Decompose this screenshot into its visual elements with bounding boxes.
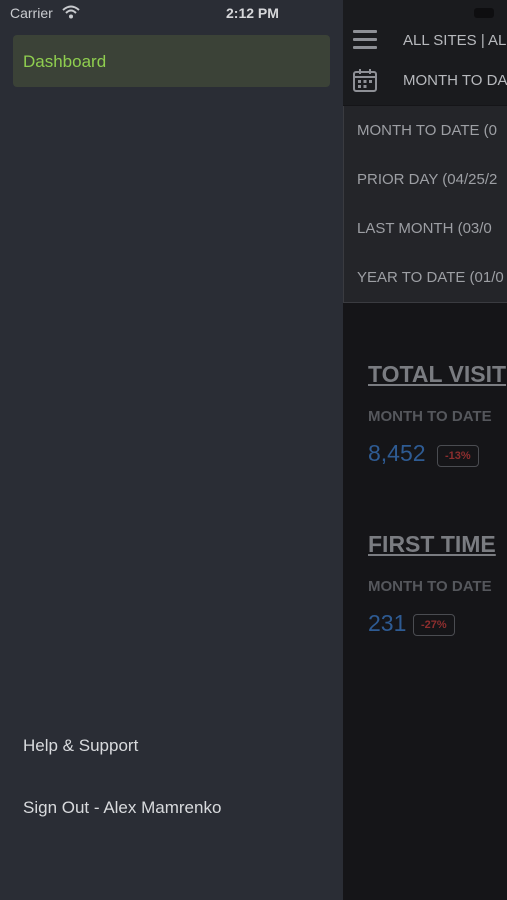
sign-out-link[interactable]: Sign Out - Alex Mamrenko <box>23 798 221 818</box>
status-time: 2:12 PM <box>226 5 279 21</box>
help-support-link[interactable]: Help & Support <box>23 736 138 756</box>
metric-change-badge: -13% <box>437 445 479 467</box>
metric-title-total-visits[interactable]: TOTAL VISIT <box>368 361 506 388</box>
menu-icon[interactable] <box>353 30 377 50</box>
date-range-dropdown: MONTH TO DATE (0 PRIOR DAY (04/25/2 LAST… <box>343 106 507 303</box>
range-option-last-month[interactable]: LAST MONTH (03/0 <box>357 220 492 237</box>
metric-value-first-time: 231 <box>368 610 407 636</box>
metric-period-label: MONTH TO DATE <box>368 408 492 425</box>
range-option-year-to-date[interactable]: YEAR TO DATE (01/0 <box>357 269 504 286</box>
metric-title-first-time[interactable]: FIRST TIME <box>368 531 496 558</box>
navigation-drawer: Dashboard Help & Support Sign Out - Alex… <box>0 0 343 900</box>
metric-value-total-visits: 8,452 <box>368 440 426 466</box>
battery-icon <box>474 8 494 18</box>
date-range-selector[interactable]: MONTH TO DA <box>403 72 507 89</box>
wifi-icon <box>62 5 80 24</box>
dashboard-main: ALL SITES | AL MONTH TO DA MONTH TO DATE… <box>343 0 507 900</box>
range-option-month-to-date[interactable]: MONTH TO DATE (0 <box>357 122 497 139</box>
drawer-item-dashboard[interactable]: Dashboard <box>13 35 330 87</box>
status-bar: Carrier 2:12 PM <box>0 0 507 30</box>
metric-period-label: MONTH TO DATE <box>368 578 492 595</box>
metric-change-badge: -27% <box>413 614 455 636</box>
carrier-label: Carrier <box>10 5 53 21</box>
range-option-prior-day[interactable]: PRIOR DAY (04/25/2 <box>357 171 497 188</box>
calendar-icon[interactable] <box>352 68 378 99</box>
site-selector[interactable]: ALL SITES | AL <box>403 32 506 49</box>
drawer-item-label: Dashboard <box>23 52 107 71</box>
